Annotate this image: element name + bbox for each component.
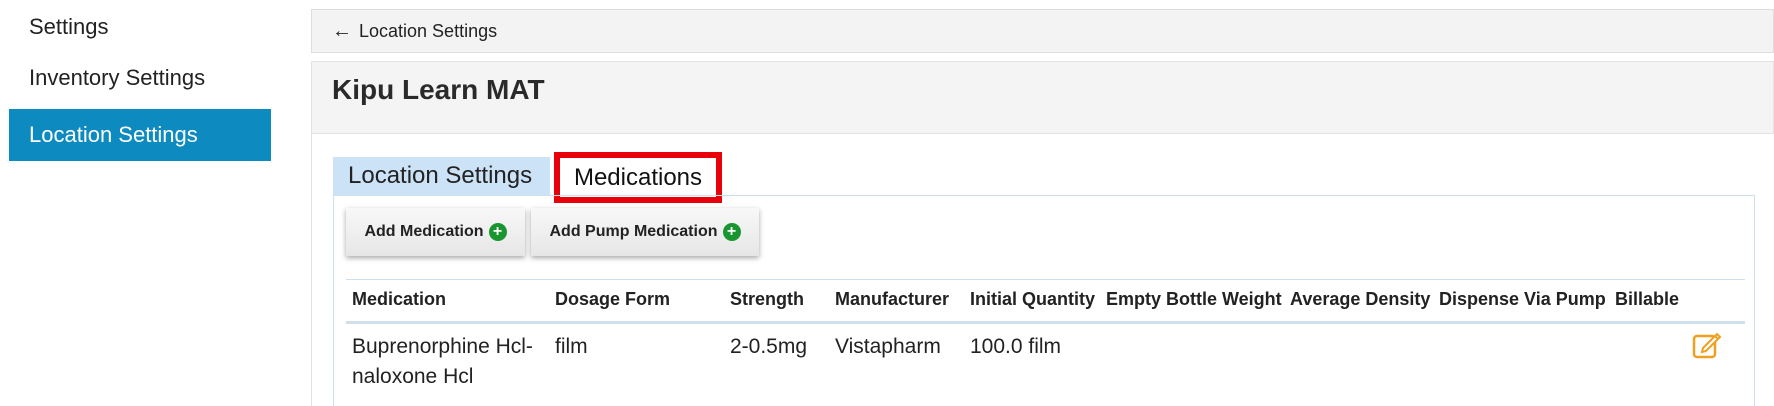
- column-header-average-density: Average Density: [1290, 289, 1431, 309]
- column-header-strength: Strength: [730, 289, 804, 309]
- add-medication-button[interactable]: Add Medication +: [346, 208, 525, 256]
- page-header: Kipu Learn MAT: [311, 61, 1774, 134]
- table-top-border: [346, 279, 1745, 280]
- button-label: Add Medication: [364, 223, 484, 240]
- edit-icon[interactable]: [1692, 331, 1722, 359]
- cell-medication-line: naloxone Hcl: [352, 365, 474, 388]
- button-label: Add Pump Medication: [549, 223, 718, 240]
- column-header-manufacturer: Manufacturer: [835, 289, 950, 309]
- arrow-left-icon: ←: [332, 19, 352, 42]
- tab-location-settings[interactable]: Location Settings: [333, 157, 550, 195]
- column-header-initial-quantity: Initial Quantity: [970, 289, 1096, 309]
- back-link[interactable]: ← Location Settings: [311, 9, 1774, 53]
- sidebar-item-label: Settings: [29, 14, 109, 39]
- column-header-dosage-form: Dosage Form: [555, 289, 671, 309]
- tab-label: Location Settings: [348, 162, 533, 189]
- back-link-label: Location Settings: [359, 20, 498, 41]
- cell-medication: Buprenorphine Hcl- naloxone Hcl: [352, 332, 542, 392]
- column-header-billable: Billable: [1615, 289, 1680, 309]
- column-header-medication: Medication: [352, 289, 447, 309]
- sidebar: Settings Inventory Settings Location Set…: [0, 0, 280, 406]
- sidebar-item-label: Location Settings: [29, 122, 198, 147]
- sidebar-item-inventory-settings[interactable]: Inventory Settings: [9, 52, 271, 104]
- add-pump-medication-button[interactable]: Add Pump Medication +: [531, 208, 759, 256]
- cell-manufacturer: Vistapharm: [835, 335, 941, 358]
- page-title: Kipu Learn MAT: [332, 74, 545, 105]
- sidebar-item-label: Inventory Settings: [29, 65, 206, 90]
- cell-medication-line: Buprenorphine Hcl-: [352, 335, 533, 358]
- plus-circle-icon: +: [722, 223, 741, 241]
- sidebar-item-location-settings[interactable]: Location Settings: [9, 109, 271, 161]
- sidebar-item-settings[interactable]: Settings: [9, 1, 271, 53]
- cell-initial-quantity: 100.0 film: [970, 335, 1062, 358]
- column-header-empty-bottle-weight: Empty Bottle Weight: [1106, 289, 1282, 309]
- table-header-border: [346, 321, 1745, 324]
- column-header-dispense-via-pump: Dispense Via Pump: [1439, 289, 1606, 309]
- tab-label: Medications: [573, 163, 703, 191]
- plus-circle-icon: +: [488, 223, 507, 241]
- cell-dosage-form: film: [555, 335, 588, 358]
- cell-strength: 2-0.5mg: [730, 335, 808, 358]
